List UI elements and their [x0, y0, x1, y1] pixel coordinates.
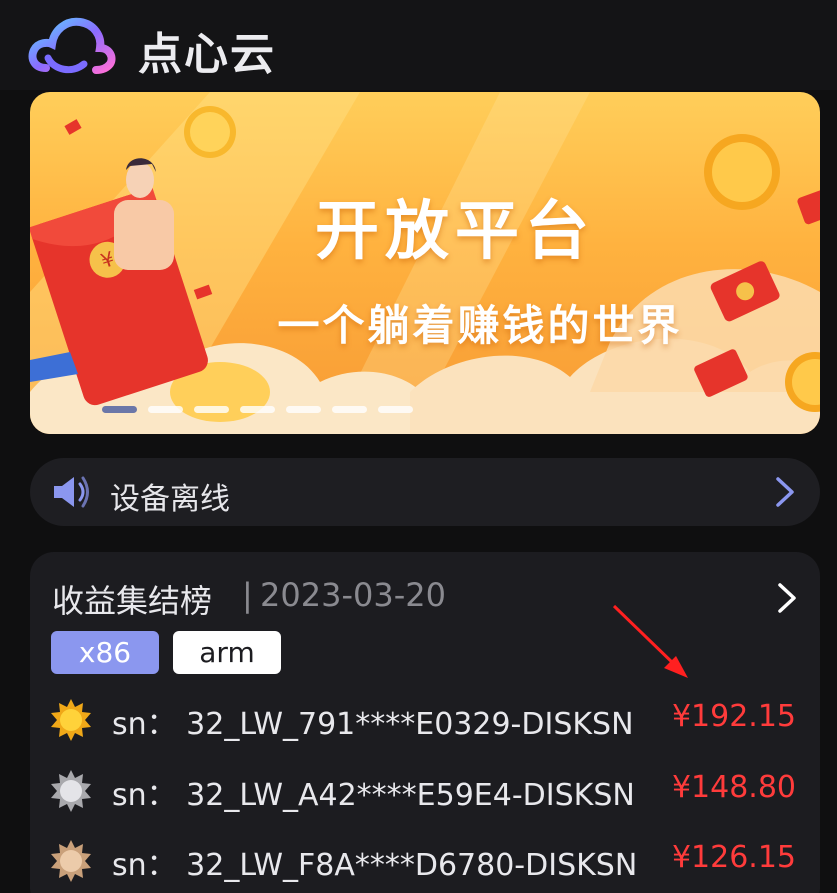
bronze-medal-icon — [51, 840, 91, 882]
title-separator: | — [242, 576, 253, 614]
device-offline-notice[interactable]: 设备离线 — [30, 458, 820, 526]
earnings-ranking-card: 收益集结榜 | 2023-03-20 x86 arm sn： 32_LW_791… — [30, 552, 820, 893]
earning-amount: ¥192.15 — [671, 699, 796, 734]
ranking-title: 收益集结榜 — [52, 582, 213, 620]
carousel-dot[interactable] — [102, 406, 137, 413]
device-sn: sn： 32_LW_F8A****D6780-DISKSN — [112, 848, 638, 883]
carousel-dot[interactable] — [286, 406, 321, 413]
banner-title: 开放平台 — [315, 195, 595, 269]
ranking-row[interactable]: sn： 32_LW_A42****E59E4-DISKSN ¥148.80 — [50, 766, 810, 816]
banner-subtitle: 一个躺着赚钱的世界 — [277, 301, 683, 350]
cloud-logo-icon — [28, 17, 116, 74]
earning-amount: ¥148.80 — [671, 770, 796, 805]
ranking-row[interactable]: sn： 32_LW_791****E0329-DISKSN ¥192.15 — [50, 695, 810, 745]
silver-medal-icon — [51, 770, 91, 812]
carousel-dot[interactable] — [148, 406, 183, 413]
chip-x86[interactable]: x86 — [51, 631, 159, 674]
ranking-date: 2023-03-20 — [260, 576, 446, 614]
app-title: 点心云 — [138, 29, 276, 80]
carousel-dot[interactable] — [240, 406, 275, 413]
chevron-right-icon[interactable] — [776, 582, 798, 614]
app-header: 点心云 — [0, 0, 837, 90]
carousel-dots[interactable] — [102, 406, 413, 413]
ranking-row[interactable]: sn： 32_LW_F8A****D6780-DISKSN ¥126.15 — [50, 836, 810, 886]
carousel-dot[interactable] — [194, 406, 229, 413]
promo-banner[interactable]: ¥ 开放平台 一个躺着赚钱的世界 — [30, 92, 820, 434]
notice-text: 设备离线 — [110, 482, 230, 517]
gold-medal-icon — [51, 699, 91, 741]
carousel-dot[interactable] — [332, 406, 367, 413]
chip-arm[interactable]: arm — [173, 631, 281, 674]
speaker-icon — [54, 476, 89, 508]
carousel-dot[interactable] — [378, 406, 413, 413]
earning-amount: ¥126.15 — [671, 840, 796, 875]
chevron-right-icon[interactable] — [774, 476, 796, 508]
device-sn: sn： 32_LW_A42****E59E4-DISKSN — [112, 778, 635, 813]
device-sn: sn： 32_LW_791****E0329-DISKSN — [112, 707, 634, 742]
